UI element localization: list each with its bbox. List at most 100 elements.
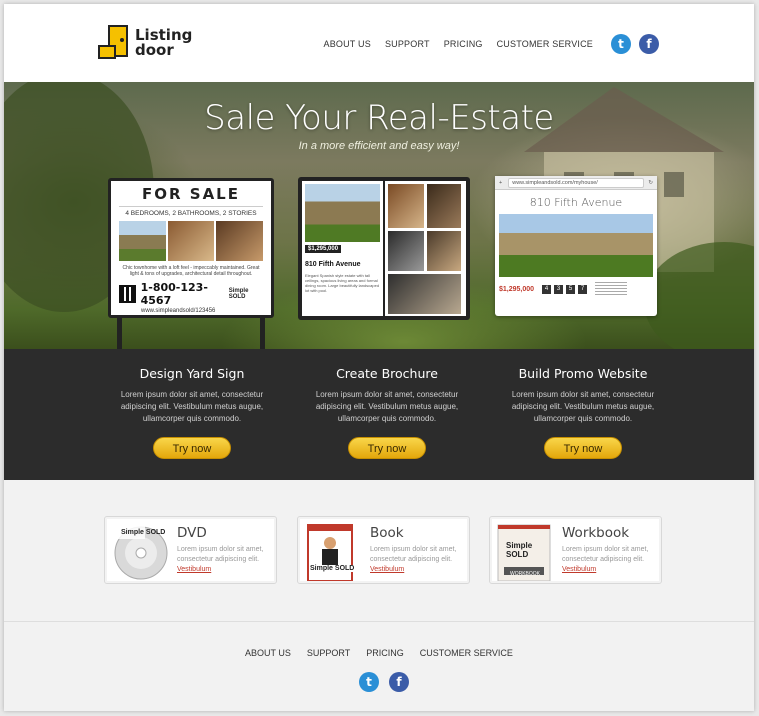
text-lines (595, 282, 628, 296)
feature-website: Build Promo Website Lorem ipsum dolor si… (503, 349, 663, 459)
product-link[interactable]: Vestibulum (370, 566, 404, 573)
header-social: t f (603, 34, 659, 54)
nav-about-us[interactable]: ABOUT US (324, 39, 371, 49)
footer-nav-about-us[interactable]: ABOUT US (245, 648, 291, 658)
page-frame: Listing door ABOUT US SUPPORT PRICING CU… (4, 4, 754, 711)
site-header: Listing door ABOUT US SUPPORT PRICING CU… (4, 4, 754, 82)
product-name: DVD (177, 525, 207, 541)
main-nav: ABOUT US SUPPORT PRICING CUSTOMER SERVIC… (310, 34, 659, 54)
facebook-icon[interactable]: f (389, 672, 409, 692)
feature-text: Lorem ipsum dolor sit amet, consectetur … (511, 390, 655, 423)
simple-sold-logo: Simple SOLD (506, 541, 533, 559)
products-section: Simple SOLD DVD Lorem ipsum dolor sit am… (4, 480, 754, 621)
brochure-preview[interactable]: $1,295,000 810 Fifth Avenue Elegant Span… (298, 177, 470, 320)
product-card-dvd[interactable]: Simple SOLD DVD Lorem ipsum dolor sit am… (104, 516, 277, 584)
features-band: Design Yard Sign Lorem ipsum dolor sit a… (4, 349, 754, 480)
footer-nav: ABOUT US SUPPORT PRICING CUSTOMER SERVIC… (4, 648, 754, 658)
product-name: Workbook (562, 525, 630, 541)
sign-post-right (260, 318, 265, 349)
hero-title: Sale Your Real-Estate (204, 98, 554, 138)
brochure-right-page (385, 181, 466, 316)
plus-icon: + (499, 179, 503, 186)
website-stats: 4 3 5 7 (542, 284, 588, 294)
door-logo-icon (97, 24, 131, 62)
simple-sold-logo: Simple SOLD (310, 565, 355, 572)
sign-rooms: 4 BEDROOMS, 2 BATHROOMS, 2 STORIES (125, 210, 257, 217)
interior-photo (427, 231, 461, 271)
website-footer: $1,295,000 4 3 5 7 (499, 282, 653, 296)
twitter-icon[interactable]: t (359, 672, 379, 692)
simple-sold-logo: Simple SOLD (228, 288, 249, 300)
stat-box: 7 (578, 284, 588, 294)
footer-social: t f (354, 672, 414, 692)
house-photo (119, 221, 166, 261)
feature-title: Design Yard Sign (139, 366, 245, 381)
site-footer: ABOUT US SUPPORT PRICING CUSTOMER SERVIC… (4, 621, 754, 711)
website-address: 810 Fifth Avenue (529, 196, 623, 209)
interior-photo (216, 221, 264, 261)
interior-photo (388, 184, 424, 228)
hero-subtitle: In a more efficient and easy way! (298, 140, 460, 152)
nav-support[interactable]: SUPPORT (385, 39, 430, 49)
product-link[interactable]: Vestibulum (562, 566, 596, 573)
try-now-button[interactable]: Try now (544, 437, 622, 459)
hero-banner: Sale Your Real-Estate In a more efficien… (4, 82, 754, 349)
sign-post-left (117, 318, 122, 349)
browser-url: www.simpleandsold.com/myhouse/ (508, 177, 645, 188)
book-cover-icon: Simple SOLD (304, 521, 364, 582)
logo-text-line2: door (135, 41, 174, 59)
website-price: $1,295,000 (499, 285, 535, 293)
house-photo (305, 184, 380, 242)
divider (119, 206, 263, 207)
stat-box: 5 (566, 284, 576, 294)
brochure-address: 810 Fifth Avenue (305, 261, 361, 268)
footer-nav-support[interactable]: SUPPORT (307, 648, 350, 658)
product-name: Book (370, 525, 404, 541)
product-text: Lorem ipsum dolor sit amet, consectetur … (177, 546, 264, 563)
house-photo (499, 214, 653, 277)
sign-bottom: 1-800-123-4567 Simple SOLD (119, 281, 263, 307)
qr-code-icon (119, 285, 136, 303)
workbook-caption: WORKBOOK (510, 571, 541, 577)
feature-brochure: Create Brochure Lorem ipsum dolor sit am… (307, 349, 467, 459)
refresh-icon: ↻ (648, 179, 653, 186)
footer-nav-customer-service[interactable]: CUSTOMER SERVICE (420, 648, 513, 658)
product-text: Lorem ipsum dolor sit amet, consectetur … (562, 546, 649, 563)
feature-text: Lorem ipsum dolor sit amet, consectetur … (315, 390, 459, 423)
simple-sold-logo: Simple SOLD (121, 529, 166, 536)
feature-yard-sign: Design Yard Sign Lorem ipsum dolor sit a… (112, 349, 272, 459)
twitter-icon[interactable]: t (611, 34, 631, 54)
stat-box: 4 (542, 284, 552, 294)
logo[interactable]: Listing door (97, 24, 192, 62)
sign-title: FOR SALE (142, 185, 240, 203)
brochure-left-page: $1,295,000 810 Fifth Avenue Elegant Span… (302, 181, 383, 316)
try-now-button[interactable]: Try now (348, 437, 426, 459)
interior-photo (388, 274, 461, 314)
nav-pricing[interactable]: PRICING (444, 39, 483, 49)
dvd-icon: Simple SOLD (111, 521, 171, 581)
workbook-cover-icon: Simple SOLD WORKBOOK (496, 521, 556, 582)
sign-phone: 1-800-123-4567 (140, 281, 208, 307)
promo-website-preview[interactable]: + www.simpleandsold.com/myhouse/ ↻ 810 F… (495, 176, 657, 316)
sign-url: www.simpleandsold/123456 (141, 308, 216, 314)
interior-photo (167, 221, 215, 261)
interior-photo (427, 184, 461, 228)
logo-text: Listing door (135, 28, 192, 58)
browser-bar: + www.simpleandsold.com/myhouse/ ↻ (495, 176, 657, 190)
product-card-workbook[interactable]: Simple SOLD WORKBOOK Workbook Lorem ipsu… (489, 516, 662, 584)
brochure-text: Elegant Spanish style estate with tall c… (305, 273, 380, 293)
product-text: Lorem ipsum dolor sit amet, consectetur … (370, 546, 457, 563)
brochure-price: $1,295,000 (305, 245, 342, 253)
facebook-icon[interactable]: f (639, 34, 659, 54)
product-link[interactable]: Vestibulum (177, 566, 211, 573)
footer-nav-pricing[interactable]: PRICING (366, 648, 404, 658)
yard-sign-preview[interactable]: FOR SALE 4 BEDROOMS, 2 BATHROOMS, 2 STOR… (108, 178, 274, 318)
sign-photos (119, 221, 264, 261)
sign-description: Chic townhome with a loft feel - impecca… (122, 265, 260, 277)
try-now-button[interactable]: Try now (153, 437, 231, 459)
feature-title: Create Brochure (336, 366, 438, 381)
product-card-book[interactable]: Simple SOLD Book Lorem ipsum dolor sit a… (297, 516, 470, 584)
feature-text: Lorem ipsum dolor sit amet, consectetur … (120, 390, 264, 423)
feature-title: Build Promo Website (518, 366, 648, 381)
nav-customer-service[interactable]: CUSTOMER SERVICE (497, 39, 593, 49)
